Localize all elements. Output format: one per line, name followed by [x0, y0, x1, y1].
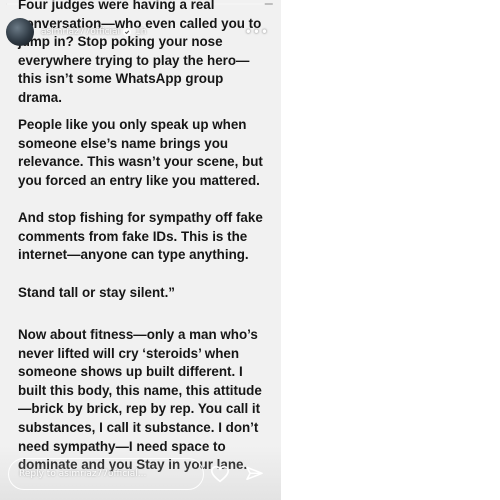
post-time: 1h: [135, 27, 147, 37]
verified-badge-icon: [123, 28, 132, 36]
reply-input[interactable]: Reply to asimriaz77official...: [8, 458, 204, 490]
send-icon[interactable]: [242, 462, 266, 486]
heart-icon[interactable]: [208, 462, 232, 486]
story-paragraph: And stop fishing for sympathy off fake c…: [18, 210, 263, 263]
story-paragraph: People like you only speak up when someo…: [18, 117, 263, 188]
avatar[interactable]: [6, 18, 34, 46]
story-viewer[interactable]: Four judges were having a real conversat…: [0, 0, 281, 500]
more-dots-icon[interactable]: •••: [245, 25, 269, 39]
story-paragraph: Stand tall or stay silent.”: [18, 285, 176, 300]
story-header: asimriaz77official 1h •••: [6, 16, 275, 48]
username[interactable]: asimriaz77official: [41, 27, 120, 37]
